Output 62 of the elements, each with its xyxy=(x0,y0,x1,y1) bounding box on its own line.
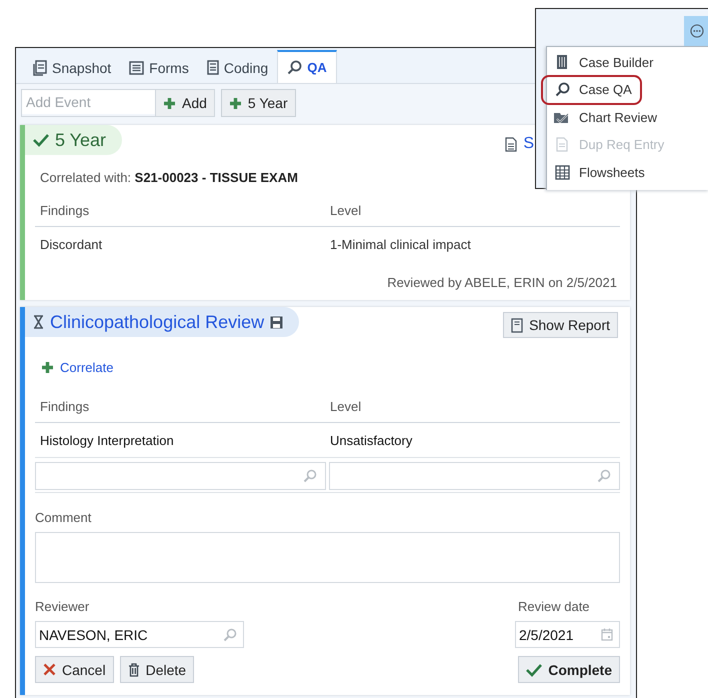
check-icon xyxy=(33,133,49,147)
plus-icon xyxy=(163,96,176,110)
tab[interactable]: Forms xyxy=(120,52,198,83)
more-icon xyxy=(690,24,704,38)
search-icon xyxy=(554,82,570,97)
field-label: Review date xyxy=(518,599,591,614)
hourglass-icon xyxy=(33,315,44,329)
close-icon xyxy=(43,663,56,676)
search-icon xyxy=(597,469,611,483)
correlate-link[interactable]: Correlate xyxy=(41,360,114,375)
building-icon xyxy=(556,54,568,70)
table-cell: Unsatisfactory xyxy=(330,433,412,448)
table-icon xyxy=(554,164,570,180)
trash-icon xyxy=(128,662,140,676)
list-icon xyxy=(129,60,144,74)
column-header: Findings xyxy=(40,399,90,414)
more-button[interactable] xyxy=(684,16,708,46)
delete-button[interactable]: Delete xyxy=(120,656,194,683)
table-cell-text: Histology Interpretation xyxy=(40,433,175,448)
document-icon xyxy=(505,136,518,152)
event-title: 5 Year xyxy=(55,130,106,150)
add-event-field[interactable]: Add Event xyxy=(22,90,155,114)
menu-item[interactable]: Case Builder xyxy=(547,49,662,75)
add-button[interactable]: Add xyxy=(155,90,214,116)
search-icon xyxy=(223,628,237,642)
date-field[interactable]: 2/5/2021 xyxy=(515,621,620,648)
plus-icon xyxy=(228,96,242,110)
comment-field[interactable] xyxy=(35,532,620,583)
complete-button[interactable]: Complete xyxy=(518,656,620,683)
report-link[interactable]: S xyxy=(505,135,534,153)
correlation-text: Correlated with: S21-00023 - TISSUE EXAM xyxy=(40,170,298,185)
show-report-button[interactable]: Show Report xyxy=(503,312,618,338)
tab[interactable]: Coding xyxy=(198,52,278,83)
document-icon xyxy=(556,137,568,152)
tab[interactable]: QA xyxy=(277,50,337,83)
search-field[interactable] xyxy=(35,462,326,490)
tab[interactable]: Snapshot xyxy=(24,52,120,83)
reviewed-text: Reviewed by ABELE, ERIN on 2/5/2021 xyxy=(386,275,617,290)
event-title: Clinicopathological Review xyxy=(50,312,264,332)
menu-item[interactable]: Flowsheets xyxy=(547,159,653,185)
calendar-icon xyxy=(601,628,613,641)
column-header: Level xyxy=(330,399,362,414)
table-cell-text: Discordant xyxy=(40,237,104,252)
cancel-button[interactable]: Cancel xyxy=(35,656,114,683)
check-icon xyxy=(526,662,542,676)
field-label: Reviewer xyxy=(35,599,90,614)
reviewer-field[interactable]: NAVESON, ERIC xyxy=(35,621,244,648)
search-icon xyxy=(303,469,317,483)
column-header: Level xyxy=(330,203,362,218)
menu-item[interactable]: Chart Review xyxy=(547,104,666,130)
search-icon xyxy=(287,60,302,75)
link-text[interactable]: S xyxy=(523,135,534,153)
search-field[interactable] xyxy=(329,462,620,490)
report-icon xyxy=(511,318,524,332)
menu-item[interactable]: Case QA xyxy=(543,76,640,102)
save-icon[interactable] xyxy=(270,316,284,328)
document-icon xyxy=(33,60,47,76)
table-cell: 1-Minimal clinical impact xyxy=(330,237,471,252)
plus-icon xyxy=(41,361,54,374)
add-event-button[interactable]: 5 Year xyxy=(220,89,296,117)
field-label: Comment xyxy=(35,510,92,525)
column-header: Findings xyxy=(40,203,90,218)
